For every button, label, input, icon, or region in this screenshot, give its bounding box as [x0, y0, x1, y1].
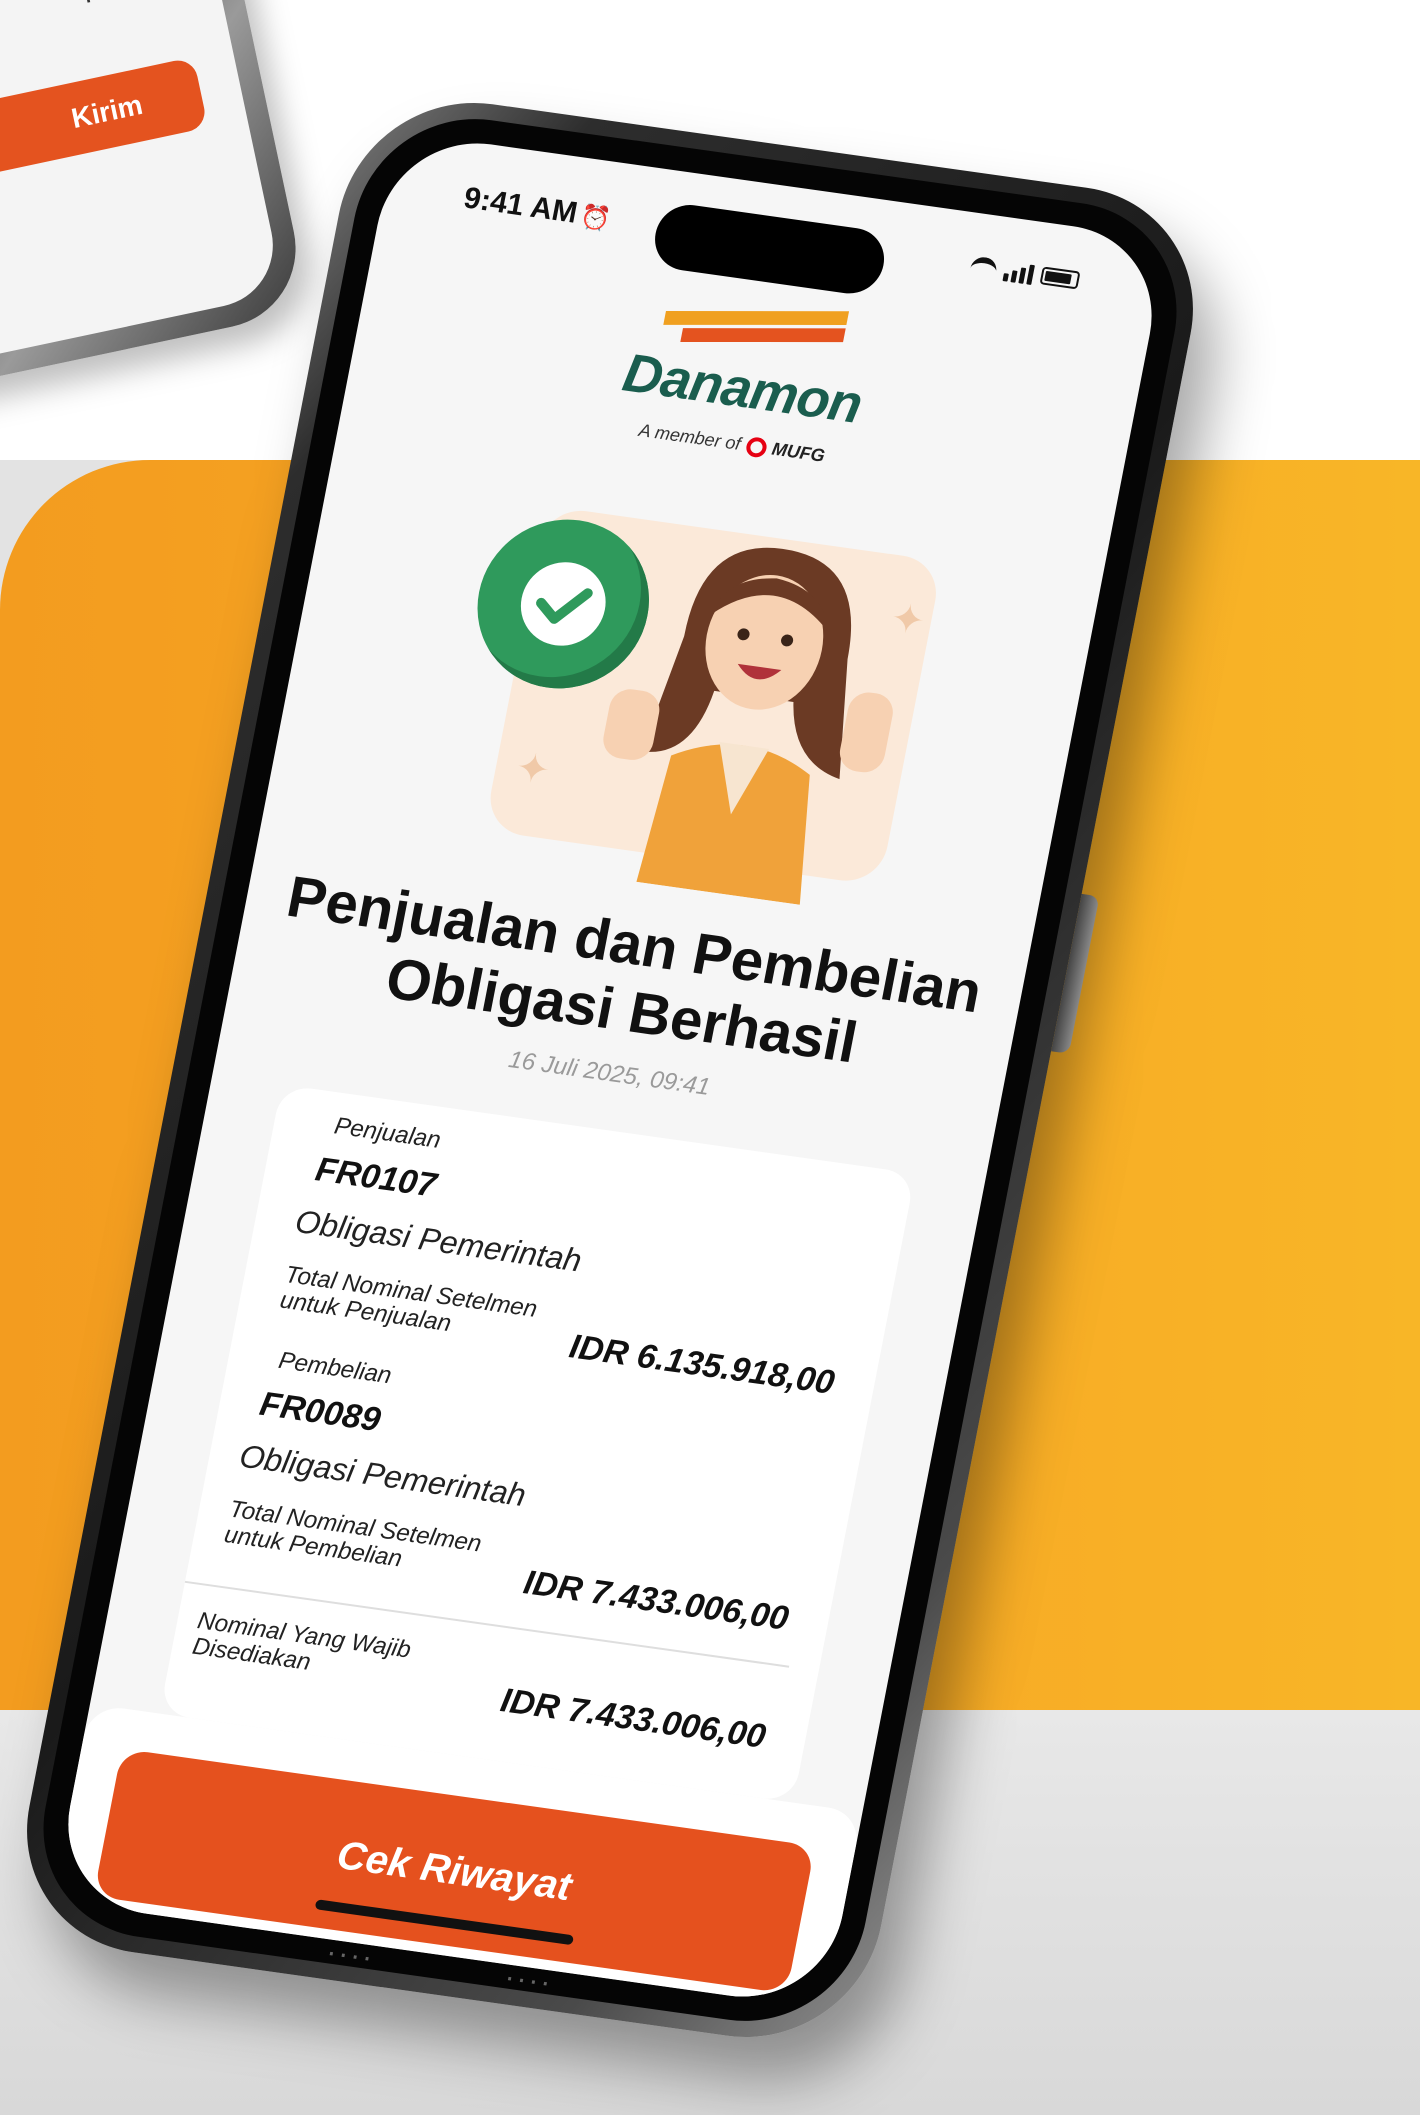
secondary-hint: ? Klik di	[77, 0, 180, 11]
sale-total-label: Total Nominal Setelmen untuk Penjualan	[277, 1261, 540, 1338]
required-amount: IDR 7.433.006,00	[497, 1681, 769, 1756]
purchase-total-label: Total Nominal Setelmen untuk Pembelian	[222, 1495, 484, 1573]
status-time: 9:41 AM⏰	[461, 181, 614, 235]
speaker-grille: ····	[501, 1960, 556, 2000]
sale-label: Penjualan	[332, 1112, 443, 1154]
success-illustration: ✦ ✦	[419, 478, 947, 916]
dynamic-island	[649, 200, 890, 298]
purchase-code: FR0089	[256, 1384, 384, 1440]
signal-icon	[1002, 259, 1035, 285]
secondary-hint-text: ? Klik	[77, 0, 158, 10]
sale-code: FR0107	[312, 1150, 440, 1205]
transaction-summary-card: Penjualan FR0107 Obligasi Pemerintah Tot…	[159, 1084, 916, 1803]
purchase-total-amount: IDR 7.433.006,00	[520, 1563, 792, 1638]
status-icons	[968, 255, 1081, 292]
wifi-icon	[968, 255, 999, 279]
battery-icon	[1039, 266, 1081, 290]
purchase-label: Pembelian	[276, 1346, 394, 1390]
alarm-icon: ⏰	[577, 202, 613, 234]
send-button[interactable]: Kirim	[0, 56, 209, 206]
status-time-text: 9:41 AM	[461, 181, 581, 230]
sale-total-amount: IDR 6.135.918,00	[566, 1327, 838, 1402]
brand-member-prefix: A member of	[637, 419, 743, 454]
success-title: Penjualan dan Pembelian Obligasi Berhasi…	[281, 864, 987, 1076]
mufg-icon	[744, 435, 769, 459]
mufg-text: MUFG	[770, 438, 827, 466]
speaker-grille: ····	[323, 1935, 378, 1975]
required-label: Nominal Yang Wajib Disediakan	[190, 1607, 414, 1677]
